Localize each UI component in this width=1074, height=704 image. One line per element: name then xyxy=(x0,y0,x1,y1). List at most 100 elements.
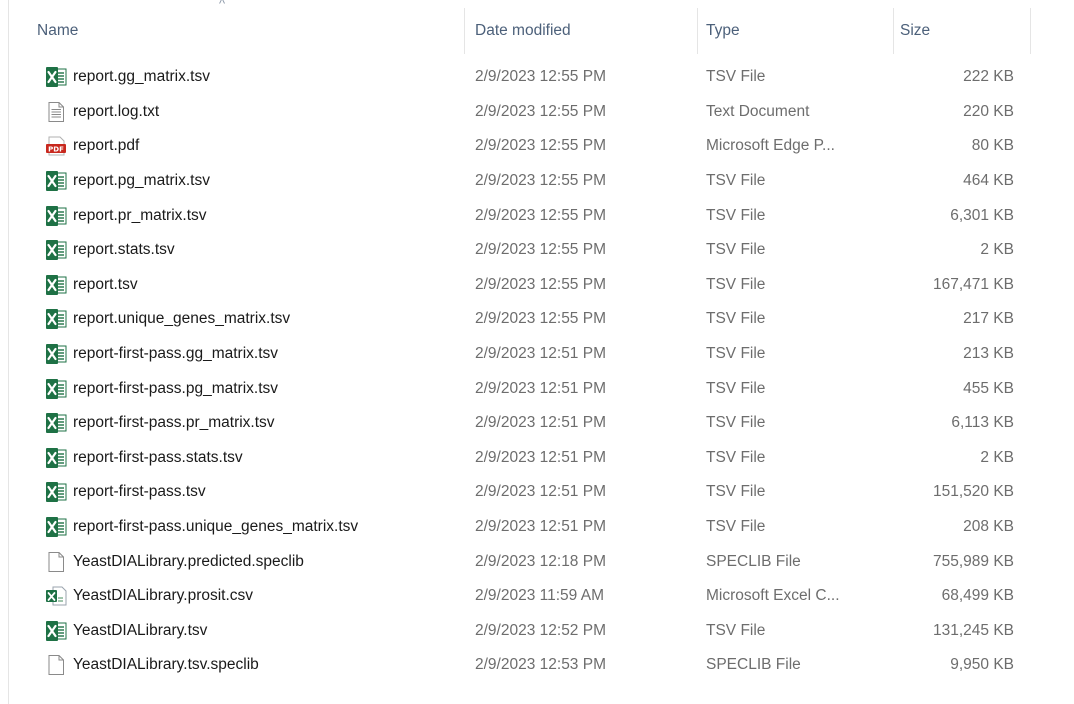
file-name-cell[interactable]: report-first-pass.pr_matrix.tsv xyxy=(9,412,465,434)
file-name-cell[interactable]: report-first-pass.unique_genes_matrix.ts… xyxy=(9,516,465,538)
column-header-date-modified[interactable]: Date modified xyxy=(465,8,698,54)
file-name-cell[interactable]: YeastDIALibrary.tsv xyxy=(9,620,465,642)
file-row[interactable]: report-first-pass.gg_matrix.tsv 2/9/2023… xyxy=(9,337,1031,372)
file-row[interactable]: report.pg_matrix.tsv 2/9/2023 12:55 PM T… xyxy=(9,164,1031,199)
file-row[interactable]: report-first-pass.pg_matrix.tsv 2/9/2023… xyxy=(9,371,1031,406)
file-row[interactable]: report.stats.tsv 2/9/2023 12:55 PM TSV F… xyxy=(9,233,1031,268)
file-date-modified: 2/9/2023 12:51 PM xyxy=(475,345,606,363)
file-row[interactable]: YeastDIALibrary.tsv 2/9/2023 12:52 PM TS… xyxy=(9,614,1031,649)
file-row[interactable]: report.tsv 2/9/2023 12:55 PM TSV File 16… xyxy=(9,268,1031,303)
file-explorer: ^ Name Date modified Type Size report.gg… xyxy=(0,0,1074,704)
file-date-modified: 2/9/2023 12:51 PM xyxy=(475,448,606,466)
file-size: 213 KB xyxy=(963,345,1014,363)
file-name-cell[interactable]: report.gg_matrix.tsv xyxy=(9,66,465,88)
file-row[interactable]: report-first-pass.tsv 2/9/2023 12:51 PM … xyxy=(9,475,1031,510)
column-header-name[interactable]: ^ Name xyxy=(9,0,465,54)
file-name-cell[interactable]: report-first-pass.tsv xyxy=(9,481,465,503)
column-header-type[interactable]: Type xyxy=(698,8,894,54)
excel-icon xyxy=(45,66,67,88)
file-row[interactable]: YeastDIALibrary.tsv.speclib 2/9/2023 12:… xyxy=(9,648,1031,683)
file-name: report-first-pass.tsv xyxy=(73,483,206,501)
excel-icon xyxy=(45,620,67,642)
column-header-size-label: Size xyxy=(900,22,931,39)
svg-text:PDF: PDF xyxy=(48,146,64,154)
file-date-modified: 2/9/2023 12:55 PM xyxy=(475,310,606,328)
file-size: 80 KB xyxy=(971,137,1014,155)
file-date-modified: 2/9/2023 11:59 AM xyxy=(475,587,604,605)
file-size: 6,301 KB xyxy=(950,206,1014,224)
column-header-row: ^ Name Date modified Type Size xyxy=(9,0,1031,54)
file-name: report-first-pass.pg_matrix.tsv xyxy=(73,379,278,397)
file-date-modified: 2/9/2023 12:55 PM xyxy=(475,241,606,259)
excel-icon xyxy=(45,274,67,296)
file-type: SPECLIB File xyxy=(706,656,801,674)
file-type: TSV File xyxy=(706,448,766,466)
excel-icon xyxy=(45,205,67,227)
file-row[interactable]: report-first-pass.pr_matrix.tsv 2/9/2023… xyxy=(9,406,1031,441)
file-name-cell[interactable]: report.tsv xyxy=(9,274,465,296)
file-row[interactable]: report.unique_genes_matrix.tsv 2/9/2023 … xyxy=(9,302,1031,337)
file-size: 217 KB xyxy=(963,310,1014,328)
file-row[interactable]: report.pr_matrix.tsv 2/9/2023 12:55 PM T… xyxy=(9,198,1031,233)
file-row[interactable]: YeastDIALibrary.prosit.csv 2/9/2023 11:5… xyxy=(9,579,1031,614)
file-type: Text Document xyxy=(706,102,810,120)
file-size: 6,113 KB xyxy=(951,414,1014,432)
excel-icon xyxy=(45,308,67,330)
file-date-modified: 2/9/2023 12:18 PM xyxy=(475,552,606,570)
file-name-cell[interactable]: report-first-pass.pg_matrix.tsv xyxy=(9,378,465,400)
file-row[interactable]: PDF report.pdf 2/9/2023 12:55 PM Microso… xyxy=(9,129,1031,164)
file-name-cell[interactable]: report.pg_matrix.tsv xyxy=(9,170,465,192)
file-name-cell[interactable]: report.log.txt xyxy=(9,101,465,123)
pdf-icon: PDF xyxy=(45,135,67,157)
file-name: report.pg_matrix.tsv xyxy=(73,172,210,190)
file-type: TSV File xyxy=(706,206,766,224)
file-date-modified: 2/9/2023 12:51 PM xyxy=(475,483,606,501)
excel-icon xyxy=(45,481,67,503)
file-date-modified: 2/9/2023 12:55 PM xyxy=(475,137,606,155)
file-row[interactable]: report-first-pass.stats.tsv 2/9/2023 12:… xyxy=(9,441,1031,476)
file-name: report.gg_matrix.tsv xyxy=(73,68,210,86)
file-type: TSV File xyxy=(706,68,766,86)
file-name-cell[interactable]: YeastDIALibrary.prosit.csv xyxy=(9,585,465,607)
file-row[interactable]: report.gg_matrix.tsv 2/9/2023 12:55 PM T… xyxy=(9,60,1031,95)
file-name-cell[interactable]: report.unique_genes_matrix.tsv xyxy=(9,308,465,330)
excel-icon xyxy=(45,239,67,261)
file-name: report.pdf xyxy=(73,137,140,155)
file-type: Microsoft Excel C... xyxy=(706,587,840,605)
file-name-cell[interactable]: PDF report.pdf xyxy=(9,135,465,157)
file-name: report-first-pass.gg_matrix.tsv xyxy=(73,345,278,363)
file-type: TSV File xyxy=(706,345,766,363)
file-name: YeastDIALibrary.tsv.speclib xyxy=(73,656,259,674)
file-size: 455 KB xyxy=(963,379,1014,397)
excel-csv-icon xyxy=(45,585,67,607)
file-size: 222 KB xyxy=(963,68,1014,86)
file-date-modified: 2/9/2023 12:51 PM xyxy=(475,379,606,397)
file-type: TSV File xyxy=(706,414,766,432)
column-header-type-label: Type xyxy=(706,22,740,39)
file-type: TSV File xyxy=(706,621,766,639)
excel-icon xyxy=(45,170,67,192)
file-row[interactable]: YeastDIALibrary.predicted.speclib 2/9/20… xyxy=(9,544,1031,579)
file-name-cell[interactable]: report-first-pass.gg_matrix.tsv xyxy=(9,343,465,365)
file-row[interactable]: report.log.txt 2/9/2023 12:55 PM Text Do… xyxy=(9,95,1031,130)
text-document-icon xyxy=(45,101,67,123)
file-name: report-first-pass.unique_genes_matrix.ts… xyxy=(73,518,359,536)
file-name-cell[interactable]: report-first-pass.stats.tsv xyxy=(9,447,465,469)
file-name-cell[interactable]: YeastDIALibrary.tsv.speclib xyxy=(9,654,465,676)
file-type: TSV File xyxy=(706,172,766,190)
excel-icon xyxy=(45,378,67,400)
file-date-modified: 2/9/2023 12:51 PM xyxy=(475,414,606,432)
file-name-cell[interactable]: YeastDIALibrary.predicted.speclib xyxy=(9,551,465,573)
file-type: SPECLIB File xyxy=(706,552,801,570)
file-name-cell[interactable]: report.pr_matrix.tsv xyxy=(9,205,465,227)
file-size: 9,950 KB xyxy=(950,656,1014,674)
file-row[interactable]: report-first-pass.unique_genes_matrix.ts… xyxy=(9,510,1031,545)
file-name-cell[interactable]: report.stats.tsv xyxy=(9,239,465,261)
file-name: report.tsv xyxy=(73,275,138,293)
file-type: TSV File xyxy=(706,483,766,501)
file-type: Microsoft Edge P... xyxy=(706,137,835,155)
file-name: report-first-pass.pr_matrix.tsv xyxy=(73,414,275,432)
file-name: report-first-pass.stats.tsv xyxy=(73,448,243,466)
file-type: TSV File xyxy=(706,379,766,397)
column-header-size[interactable]: Size xyxy=(894,8,1031,54)
